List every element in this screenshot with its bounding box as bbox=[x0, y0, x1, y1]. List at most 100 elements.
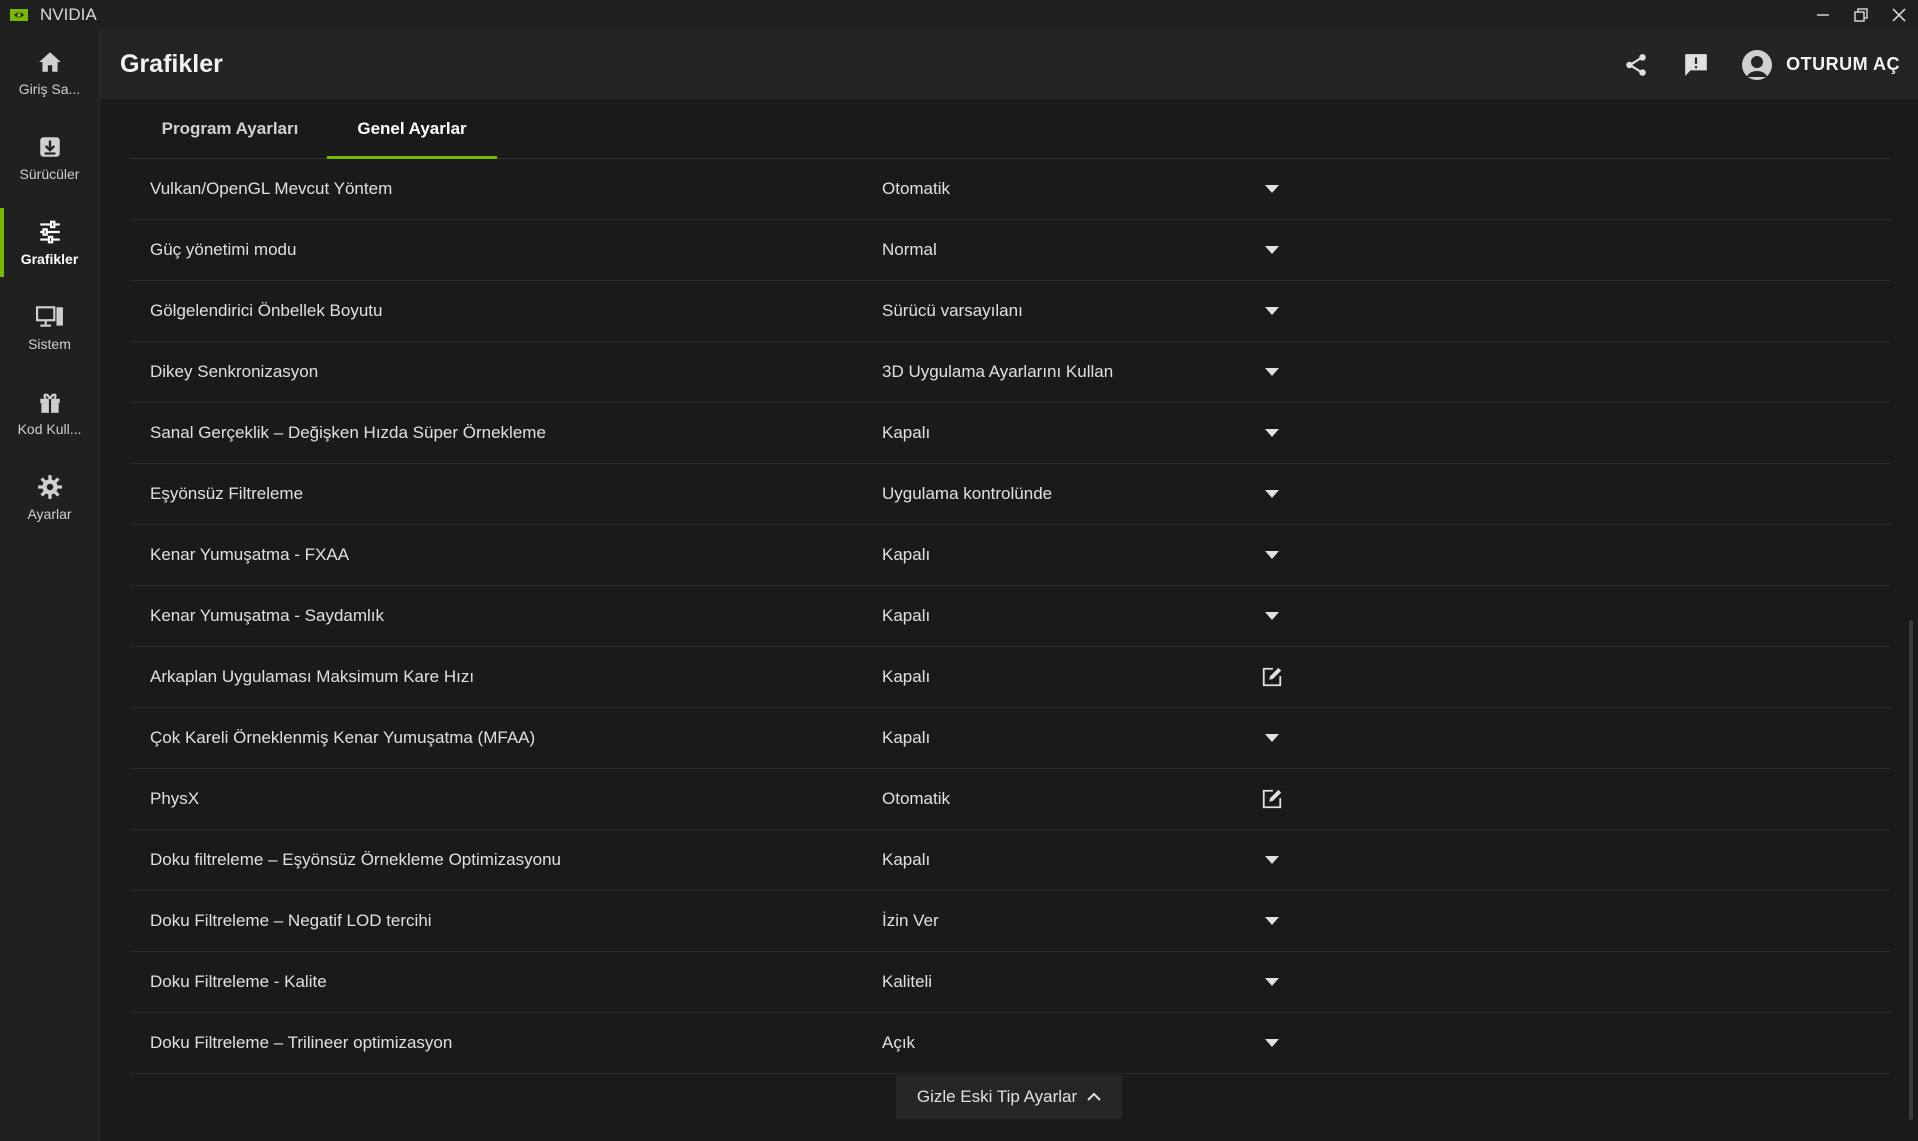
sidebar-item-label: Sürücüler bbox=[19, 165, 80, 182]
setting-row[interactable]: Kenar Yumuşatma - FXAA Kapalı bbox=[130, 525, 1890, 586]
setting-value[interactable]: 3D Uygulama Ayarlarını Kullan bbox=[882, 362, 1113, 382]
setting-label: Vulkan/OpenGL Mevcut Yöntem bbox=[150, 179, 393, 198]
setting-row[interactable]: Vulkan/OpenGL Mevcut Yöntem Otomatik bbox=[130, 159, 1890, 220]
sidebar-item-label: Giriş Sa... bbox=[18, 80, 81, 97]
setting-row[interactable]: Kenar Yumuşatma - Saydamlık Kapalı bbox=[130, 586, 1890, 647]
scrollbar-thumb[interactable] bbox=[1909, 620, 1913, 1120]
setting-label: Arkaplan Uygulaması Maksimum Kare Hızı bbox=[150, 667, 475, 686]
minimize-icon bbox=[1817, 14, 1829, 16]
setting-row[interactable]: PhysX Otomatik bbox=[130, 769, 1890, 830]
sidebar-item-graphics[interactable]: Grafikler bbox=[0, 200, 99, 285]
setting-row[interactable]: Doku filtreleme – Eşyönsüz Örnekleme Opt… bbox=[130, 830, 1890, 891]
dropdown-arrow-icon[interactable] bbox=[1258, 175, 1286, 203]
sidebar-item-label: Grafikler bbox=[20, 250, 79, 267]
setting-value[interactable]: Kapalı bbox=[882, 423, 930, 443]
feedback-button[interactable] bbox=[1680, 49, 1712, 81]
home-icon bbox=[38, 51, 61, 72]
app-name: NVIDIA bbox=[40, 5, 97, 24]
sidebar-item-home[interactable]: Giriş Sa... bbox=[0, 30, 99, 115]
tab-bar: Program Ayarları Genel Ayarlar bbox=[130, 99, 1890, 159]
dropdown-arrow-icon[interactable] bbox=[1258, 358, 1286, 386]
sidebar-item-drivers[interactable]: Sürücüler bbox=[0, 115, 99, 200]
share-button[interactable] bbox=[1620, 49, 1652, 81]
tab-program-settings[interactable]: Program Ayarları bbox=[130, 99, 330, 158]
setting-label: PhysX bbox=[150, 789, 200, 808]
setting-row[interactable]: Eşyönsüz Filtreleme Uygulama kontrolünde bbox=[130, 464, 1890, 525]
setting-value[interactable]: Normal bbox=[882, 240, 937, 260]
nvidia-logo-icon bbox=[10, 8, 30, 22]
hide-legacy-settings-button[interactable]: Gizle Eski Tip Ayarlar bbox=[896, 1075, 1122, 1119]
setting-row[interactable]: Çok Kareli Örneklenmiş Kenar Yumuşatma (… bbox=[130, 708, 1890, 769]
sidebar-item-system[interactable]: Sistem bbox=[0, 285, 99, 370]
collapse-label: Gizle Eski Tip Ayarlar bbox=[916, 1087, 1078, 1106]
dropdown-arrow-icon[interactable] bbox=[1258, 602, 1286, 630]
edit-icon[interactable] bbox=[1258, 663, 1286, 691]
minimize-button[interactable] bbox=[1804, 0, 1842, 30]
sidebar-item-label: Ayarlar bbox=[27, 505, 72, 522]
setting-label: Kenar Yumuşatma - Saydamlık bbox=[150, 606, 385, 625]
header-actions: OTURUM AÇ bbox=[1620, 30, 1900, 99]
setting-row[interactable]: Arkaplan Uygulaması Maksimum Kare Hızı K… bbox=[130, 647, 1890, 708]
setting-value[interactable]: Sürücü varsayılanı bbox=[882, 301, 1023, 321]
setting-row[interactable]: Dikey Senkronizasyon 3D Uygulama Ayarlar… bbox=[130, 342, 1890, 403]
setting-value[interactable]: Otomatik bbox=[882, 179, 950, 199]
feedback-icon bbox=[1685, 53, 1708, 76]
setting-label: Doku filtreleme – Eşyönsüz Örnekleme Opt… bbox=[150, 850, 561, 869]
setting-label: Eşyönsüz Filtreleme bbox=[150, 484, 304, 503]
setting-value[interactable]: Kapalı bbox=[882, 545, 930, 565]
settings-list: Vulkan/OpenGL Mevcut Yöntem Otomatik Güç… bbox=[130, 159, 1890, 1074]
setting-value[interactable]: Açık bbox=[882, 1033, 915, 1053]
setting-value[interactable]: Kapalı bbox=[882, 606, 930, 626]
close-icon bbox=[1892, 8, 1906, 22]
edit-icon[interactable] bbox=[1258, 785, 1286, 813]
dropdown-arrow-icon[interactable] bbox=[1258, 297, 1286, 325]
sliders-icon bbox=[39, 220, 60, 243]
close-button[interactable] bbox=[1880, 0, 1918, 30]
dropdown-arrow-icon[interactable] bbox=[1258, 846, 1286, 874]
setting-label: Doku Filtreleme – Negatif LOD tercihi bbox=[150, 911, 432, 930]
header: Grafikler OTURUM AÇ bbox=[100, 30, 1918, 99]
setting-label: Doku Filtreleme - Kalite bbox=[150, 972, 327, 991]
tab-global-settings[interactable]: Genel Ayarlar bbox=[327, 99, 497, 159]
signin-button[interactable]: OTURUM AÇ bbox=[1740, 48, 1900, 82]
setting-row[interactable]: Doku Filtreleme – Trilineer optimizasyon… bbox=[130, 1013, 1890, 1074]
dropdown-arrow-icon[interactable] bbox=[1258, 907, 1286, 935]
dropdown-arrow-icon[interactable] bbox=[1258, 480, 1286, 508]
setting-value[interactable]: Kapalı bbox=[882, 728, 930, 748]
setting-row[interactable]: Gölgelendirici Önbellek Boyutu Sürücü va… bbox=[130, 281, 1890, 342]
dropdown-arrow-icon[interactable] bbox=[1258, 724, 1286, 752]
dropdown-arrow-icon[interactable] bbox=[1258, 541, 1286, 569]
gear-icon bbox=[37, 474, 62, 499]
setting-label: Gölgelendirici Önbellek Boyutu bbox=[150, 301, 383, 320]
setting-value[interactable]: Uygulama kontrolünde bbox=[882, 484, 1052, 504]
dropdown-arrow-icon[interactable] bbox=[1258, 419, 1286, 447]
setting-value[interactable]: Kapalı bbox=[882, 850, 930, 870]
avatar-icon bbox=[1740, 48, 1774, 82]
monitor-icon bbox=[35, 305, 63, 327]
dropdown-arrow-icon[interactable] bbox=[1258, 236, 1286, 264]
sidebar-item-settings[interactable]: Ayarlar bbox=[0, 455, 99, 540]
restore-icon bbox=[1854, 8, 1868, 22]
sidebar-item-label: Sistem bbox=[28, 335, 71, 352]
sidebar-item-label: Kod Kull... bbox=[17, 420, 82, 437]
setting-row[interactable]: Doku Filtreleme - Kalite Kaliteli bbox=[130, 952, 1890, 1013]
setting-row[interactable]: Güç yönetimi modu Normal bbox=[130, 220, 1890, 281]
gift-icon bbox=[39, 393, 60, 413]
setting-label: Kenar Yumuşatma - FXAA bbox=[150, 545, 350, 564]
chevron-up-icon bbox=[1087, 1092, 1101, 1102]
setting-value[interactable]: Kaliteli bbox=[882, 972, 932, 992]
setting-row[interactable]: Sanal Gerçeklik – Değişken Hızda Süper Ö… bbox=[130, 403, 1890, 464]
sidebar-item-redeem[interactable]: Kod Kull... bbox=[0, 370, 99, 455]
restore-button[interactable] bbox=[1842, 0, 1880, 30]
setting-value: Kapalı bbox=[882, 667, 931, 686]
setting-row[interactable]: Doku Filtreleme – Negatif LOD tercihi İz… bbox=[130, 891, 1890, 952]
dropdown-arrow-icon[interactable] bbox=[1258, 1029, 1286, 1057]
driver-download-icon bbox=[39, 136, 60, 157]
title-bar: NVIDIA bbox=[0, 0, 1918, 30]
share-icon bbox=[1626, 53, 1646, 76]
signin-label: OTURUM AÇ bbox=[1786, 54, 1900, 74]
setting-label: Güç yönetimi modu bbox=[150, 240, 297, 259]
dropdown-arrow-icon[interactable] bbox=[1258, 968, 1286, 996]
setting-value[interactable]: İzin Ver bbox=[882, 911, 939, 931]
setting-label: Dikey Senkronizasyon bbox=[150, 362, 319, 381]
